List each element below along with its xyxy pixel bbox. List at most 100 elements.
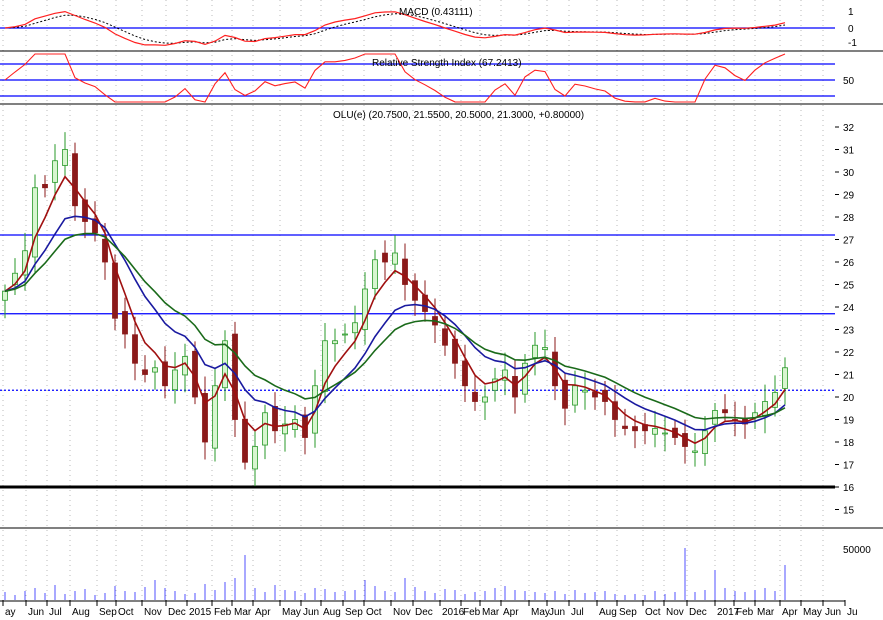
- x-tick-label: Nov: [393, 607, 411, 618]
- x-tick-label: Dec: [415, 607, 433, 618]
- price-title: OLU(e) (20.7500, 21.5500, 20.5000, 21.30…: [333, 110, 584, 121]
- price-tick-label: 18: [843, 438, 855, 449]
- chart-svg: ay Jun Jul Aug Sep Oct Nov Dec 2015 Feb Mar Apr May J…: [0, 0, 883, 618]
- x-tick-label: Jun: [303, 607, 319, 618]
- price-panel: [0, 132, 835, 489]
- macd-tick-label: 1: [848, 7, 854, 18]
- candle-up: [532, 344, 538, 358]
- x-tick-label: Ju: [847, 607, 858, 618]
- rsi-label: Relative Strength Index (67.2413): [372, 58, 522, 69]
- candle-up: [782, 367, 788, 389]
- x-tick-label: Jun: [549, 607, 565, 618]
- price-tick-label: 26: [843, 258, 855, 269]
- candle-up: [2, 290, 8, 301]
- candle-up: [172, 369, 178, 391]
- candle-up: [332, 340, 338, 345]
- price-tick-label: 22: [843, 348, 855, 359]
- price-tick-label: 16: [843, 483, 855, 494]
- x-tick-label: Aug: [323, 607, 341, 618]
- candle-down: [382, 252, 388, 263]
- candle-up: [572, 385, 578, 406]
- candle-down: [42, 184, 48, 189]
- candle-down: [512, 376, 518, 398]
- price-tick-label: 20: [843, 393, 855, 404]
- price-tick-label: 30: [843, 168, 855, 179]
- candle-up: [152, 367, 158, 373]
- price-tick-label: 27: [843, 236, 855, 247]
- candle-down: [442, 328, 448, 346]
- x-tick-label: Feb: [463, 607, 481, 618]
- candle-up: [582, 389, 588, 393]
- candle-down: [402, 258, 408, 285]
- x-tick-label: May: [803, 607, 822, 618]
- price-tick-label: 15: [843, 506, 855, 517]
- rsi-tick-label: 50: [843, 76, 855, 87]
- x-tick-label: May: [531, 607, 550, 618]
- x-tick-label: ay: [5, 607, 16, 618]
- candle-down: [722, 409, 728, 414]
- x-tick-label: Jun: [28, 607, 44, 618]
- candle-up: [252, 446, 258, 470]
- x-tick-label: Apr: [503, 607, 519, 618]
- price-tick-label: 17: [843, 461, 855, 472]
- x-tick-label: Aug: [599, 607, 617, 618]
- stock-chart: ay Jun Jul Aug Sep Oct Nov Dec 2015 Feb Mar Apr May J…: [0, 0, 883, 620]
- candle-down: [622, 425, 628, 429]
- candle-up: [52, 160, 58, 183]
- candle-up: [352, 322, 358, 334]
- x-tick-label: Oct: [118, 607, 134, 618]
- x-tick-label: Sep: [99, 607, 117, 618]
- candle-up: [372, 259, 378, 289]
- x-tick-label: 2016: [442, 607, 465, 618]
- macd-tick-label: 0: [848, 24, 854, 35]
- candle-up: [542, 347, 548, 350]
- candle-up: [482, 396, 488, 403]
- candle-up: [62, 149, 68, 166]
- candle-up: [392, 252, 398, 265]
- x-tick-label: Feb: [736, 607, 754, 618]
- candle-down: [122, 311, 128, 335]
- candle-up: [32, 187, 38, 258]
- x-tick-label: 2015: [189, 607, 212, 618]
- x-tick-label: Mar: [482, 607, 500, 618]
- panel-borders: [0, 50, 883, 529]
- x-tick-label: Jul: [571, 607, 584, 618]
- candle-down: [682, 433, 688, 447]
- candle-up: [692, 450, 698, 453]
- x-tick-label: Mar: [757, 607, 775, 618]
- price-tick-label: 24: [843, 303, 855, 314]
- x-tick-label: Sep: [345, 607, 363, 618]
- candle-down: [72, 153, 78, 207]
- price-tick-label: 25: [843, 281, 855, 292]
- candle-up: [662, 432, 668, 435]
- volume-panel: [4, 548, 786, 600]
- macd-tick-label: -1: [848, 38, 857, 49]
- x-tick-label: May: [282, 607, 301, 618]
- x-tick-label: Jun: [825, 607, 841, 618]
- x-tick-label: Apr: [255, 607, 271, 618]
- price-tick-label: 28: [843, 213, 855, 224]
- candle-up: [702, 430, 708, 454]
- candle-down: [102, 238, 108, 263]
- price-tick-label: 29: [843, 191, 855, 202]
- x-tick-label: Jul: [49, 607, 62, 618]
- price-tick-label: 21: [843, 371, 855, 382]
- x-tick-label: Aug: [72, 607, 90, 618]
- candle-down: [132, 334, 138, 364]
- x-tick-label: Oct: [366, 607, 382, 618]
- price-tick-label: 23: [843, 326, 855, 337]
- candle-down: [242, 418, 248, 463]
- volume-tick-label: 50000: [843, 545, 871, 556]
- candle-down: [142, 369, 148, 375]
- candle-down: [462, 360, 468, 387]
- price-tick-label: 31: [843, 146, 855, 157]
- x-tick-label: Nov: [666, 607, 684, 618]
- candle-down: [632, 426, 638, 432]
- price-tick-label: 19: [843, 416, 855, 427]
- candle-up: [652, 428, 658, 435]
- x-tick-label: Oct: [645, 607, 661, 618]
- axes: ay Jun Jul Aug Sep Oct Nov Dec 2015 Feb Mar Apr May J…: [0, 7, 871, 618]
- price-tick-label: 32: [843, 123, 855, 134]
- x-tick-label: Nov: [144, 607, 162, 618]
- candle-up: [262, 412, 268, 446]
